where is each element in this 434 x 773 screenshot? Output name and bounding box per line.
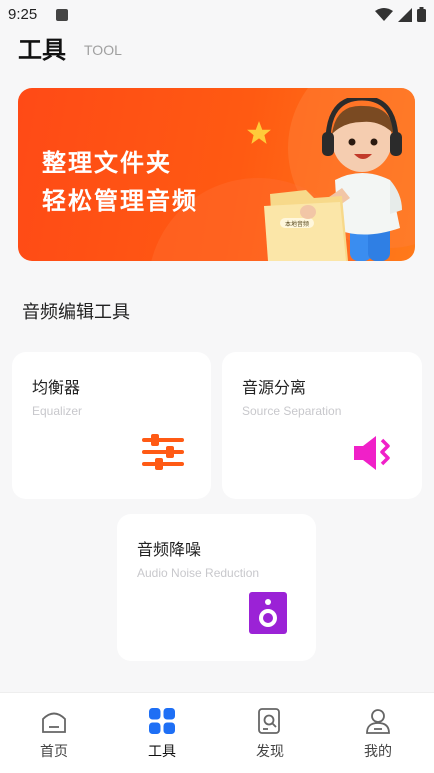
- nav-tab-home[interactable]: 首页: [0, 693, 108, 773]
- tool-subtitle: Audio Noise Reduction: [137, 566, 260, 580]
- section-title: 音频编辑工具: [22, 302, 130, 323]
- nav-label: 发现: [256, 744, 284, 760]
- tool-title: 均衡器: [32, 378, 81, 397]
- folder-label: 本地音频: [285, 220, 309, 228]
- nav-label: 工具: [148, 744, 176, 760]
- page-subtitle: TOOL: [84, 42, 122, 58]
- wifi-icon: [375, 7, 393, 21]
- status-indicators: [375, 7, 426, 22]
- home-icon: [42, 712, 66, 733]
- equalizer-sliders-icon: [142, 434, 184, 470]
- grid-icon: [149, 708, 175, 734]
- profile-icon: [366, 709, 390, 734]
- tool-card-source-separation[interactable]: 音源分离 Source Separation: [222, 352, 422, 499]
- promo-banner[interactable]: 整理文件夹 轻松管理音频 本地音频: [18, 88, 415, 261]
- tool-subtitle: Source Separation: [242, 404, 342, 418]
- tool-title: 音源分离: [242, 378, 307, 397]
- bottom-nav: 首页 工具 发现 我的: [0, 692, 434, 773]
- page-title: 工具: [18, 36, 66, 64]
- nav-tab-tools[interactable]: 工具: [108, 693, 216, 773]
- discover-icon: [258, 708, 280, 734]
- tool-subtitle: Equalizer: [32, 404, 83, 418]
- tool-card-noise-reduction[interactable]: 音频降噪 Audio Noise Reduction: [117, 514, 316, 661]
- tool-card-equalizer[interactable]: 均衡器 Equalizer: [12, 352, 211, 499]
- boy-with-headphones-illustration: 本地音频: [264, 98, 402, 261]
- notification-icon: [56, 9, 68, 21]
- nav-tab-discover[interactable]: 发现: [216, 693, 324, 773]
- status-time: 9:25: [8, 6, 38, 23]
- tool-title: 音频降噪: [137, 540, 202, 559]
- banner-headline-1: 整理文件夹: [42, 149, 172, 177]
- banner-headline-2: 轻松管理音频: [42, 187, 198, 215]
- signal-icon: [398, 7, 412, 22]
- nav-label: 首页: [40, 744, 68, 760]
- speaker-box-icon: [249, 592, 287, 634]
- nav-label: 我的: [364, 744, 392, 760]
- nav-tab-profile[interactable]: 我的: [324, 693, 432, 773]
- battery-icon: [417, 7, 426, 22]
- speaker-waves-icon: [354, 436, 390, 470]
- status-bar: 9:25: [0, 0, 434, 30]
